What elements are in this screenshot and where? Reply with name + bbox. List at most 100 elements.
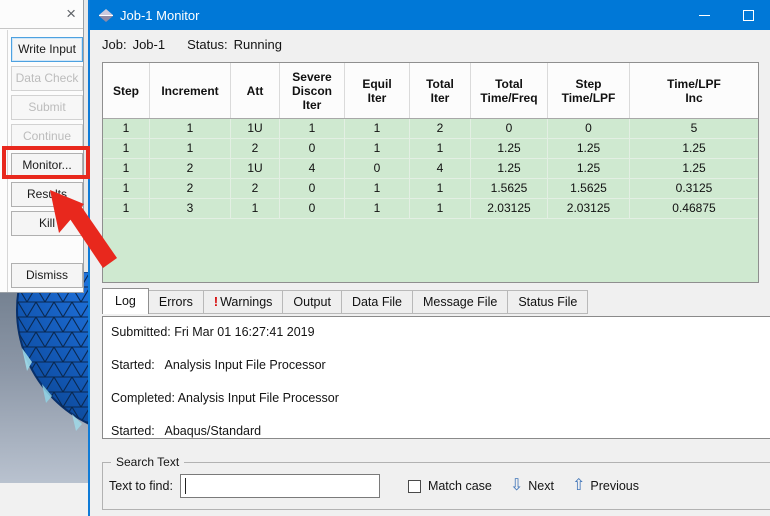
table-row: 1 1 2 0 1 1 1.25 1.25 1.25 bbox=[103, 139, 758, 159]
log-line: Completed: Analysis Input File Processor bbox=[111, 391, 339, 405]
table-cell: 1U bbox=[231, 159, 280, 178]
table-row: 1 3 1 0 1 1 2.03125 2.03125 0.46875 bbox=[103, 199, 758, 219]
table-cell: 1 bbox=[150, 139, 231, 158]
job-monitor-window: Job-1 Monitor Job: Job-1 Status: Running St… bbox=[88, 0, 770, 516]
log-line: Started: Abaqus/Standard bbox=[111, 424, 262, 438]
window-title: Job-1 Monitor bbox=[120, 7, 200, 23]
tab-errors[interactable]: Errors bbox=[148, 290, 204, 314]
table-cell: 2.03125 bbox=[471, 199, 548, 218]
tab-output[interactable]: Output bbox=[283, 290, 342, 314]
table-cell: 1 bbox=[103, 159, 150, 178]
column-header: Step bbox=[103, 63, 150, 118]
column-header: Equil Iter bbox=[345, 63, 410, 118]
table-cell: 2 bbox=[150, 159, 231, 178]
log-line: Started: Analysis Input File Processor bbox=[111, 358, 326, 372]
table-cell: 1 bbox=[410, 179, 471, 198]
text-cursor bbox=[184, 478, 186, 494]
table-cell: 1.25 bbox=[682, 161, 706, 175]
column-header: Att bbox=[231, 63, 280, 118]
column-header: Total Iter bbox=[410, 63, 471, 118]
annotation-arrow bbox=[50, 190, 117, 268]
maximize-icon bbox=[742, 9, 754, 21]
job-manager-titlebar: × bbox=[0, 0, 83, 29]
file-tabs: Log Errors ! Warnings Output Data File Me… bbox=[102, 288, 589, 314]
titlebar[interactable]: Job-1 Monitor bbox=[90, 0, 770, 30]
status-label: Status: bbox=[187, 37, 228, 52]
table-cell: 0.46875 bbox=[672, 201, 716, 215]
table-cell: 0 bbox=[280, 199, 345, 218]
column-header: Time/LPF Inc bbox=[667, 76, 721, 105]
table-cell: 2.03125 bbox=[548, 199, 630, 218]
table-cell: 1.5625 bbox=[471, 179, 548, 198]
table-cell: 2 bbox=[231, 139, 280, 158]
data-check-button: Data Check bbox=[11, 66, 83, 91]
submit-button: Submit bbox=[11, 95, 83, 120]
table-cell: 1U bbox=[231, 119, 280, 138]
table-cell: 3 bbox=[150, 199, 231, 218]
table-cell: 1.25 bbox=[471, 159, 548, 178]
table-cell: 1 bbox=[231, 199, 280, 218]
table-row: 1 2 2 0 1 1 1.5625 1.5625 0.3125 bbox=[103, 179, 758, 199]
tab-message-file[interactable]: Message File bbox=[412, 290, 509, 314]
column-header: Step Time/LPF bbox=[548, 63, 630, 118]
minimize-icon bbox=[698, 14, 710, 16]
screen: × Write Input Data Check Submit Continue… bbox=[0, 0, 770, 516]
tab-warnings[interactable]: ! Warnings bbox=[203, 290, 284, 314]
table-cell: 1.25 bbox=[548, 159, 630, 178]
maximize-button[interactable] bbox=[726, 0, 770, 30]
table-cell: 1 bbox=[345, 139, 410, 158]
tab-status-file[interactable]: Status File bbox=[508, 290, 589, 314]
table-cell: 1 bbox=[150, 119, 231, 138]
table-cell: 1.5625 bbox=[548, 179, 630, 198]
table-cell: 0 bbox=[345, 159, 410, 178]
search-input[interactable] bbox=[179, 474, 380, 498]
table-cell: 1 bbox=[345, 199, 410, 218]
table-cell: 2 bbox=[231, 179, 280, 198]
arrow-down-icon: ⇩ bbox=[509, 477, 524, 494]
table-cell: 1.25 bbox=[471, 139, 548, 158]
next-button[interactable]: ⇩ Next bbox=[510, 478, 554, 494]
match-case-checkbox[interactable] bbox=[407, 479, 421, 493]
table-cell: 1 bbox=[410, 199, 471, 218]
table-row: 1 2 1U 4 0 4 1.25 1.25 1.25 bbox=[103, 159, 758, 179]
table-cell: 1 bbox=[410, 139, 471, 158]
column-header: Increment bbox=[150, 63, 231, 118]
column-header: Severe Discon Iter bbox=[280, 63, 345, 118]
table-cell: 4 bbox=[280, 159, 345, 178]
search-text-group: Search Text Text to find: Match case ⇩ N… bbox=[102, 455, 770, 510]
table-row: 1 1 1U 1 1 2 0 0 5 bbox=[103, 119, 758, 139]
table-cell: 2 bbox=[150, 179, 231, 198]
table-cell: 5 bbox=[690, 121, 698, 135]
close-icon[interactable]: × bbox=[66, 4, 76, 24]
write-input-button[interactable]: Write Input bbox=[11, 37, 83, 62]
text-to-find-label: Text to find: bbox=[109, 479, 173, 493]
table-cell: 1 bbox=[345, 179, 410, 198]
match-case-label: Match case bbox=[427, 479, 492, 493]
log-output-area[interactable]: Submitted: Fri Mar 01 16:27:41 2019 Star… bbox=[102, 316, 770, 439]
column-header: Total Time/Freq bbox=[471, 63, 548, 118]
job-value: Job-1 bbox=[132, 37, 166, 52]
table-cell: 1 bbox=[103, 139, 150, 158]
log-line: Submitted: Fri Mar 01 16:27:41 2019 bbox=[111, 325, 315, 339]
status-value: Running bbox=[233, 37, 283, 52]
table-header-row: Step Increment Att Severe Discon Iter Eq… bbox=[103, 63, 758, 119]
arrow-up-icon: ⇧ bbox=[571, 477, 586, 494]
table-cell: 0 bbox=[548, 119, 630, 138]
minimize-button[interactable] bbox=[682, 0, 726, 30]
table-cell: 0 bbox=[471, 119, 548, 138]
table-cell: 1.25 bbox=[682, 141, 706, 155]
table-cell: 4 bbox=[410, 159, 471, 178]
previous-button[interactable]: ⇧ Previous bbox=[572, 478, 639, 494]
table-cell: 1 bbox=[103, 119, 150, 138]
annotation-highlight-rectangle bbox=[2, 146, 90, 179]
tab-log[interactable]: Log bbox=[102, 288, 149, 314]
meshed-sphere-model bbox=[16, 272, 88, 431]
warning-exclamation-icon: ! bbox=[213, 295, 219, 309]
table-cell: 2 bbox=[410, 119, 471, 138]
table-cell: 1.25 bbox=[548, 139, 630, 158]
job-label: Job: bbox=[102, 37, 127, 52]
viewport-bottom-strip bbox=[0, 483, 88, 516]
tab-warnings-label: Warnings bbox=[220, 295, 273, 309]
tab-data-file[interactable]: Data File bbox=[341, 290, 413, 314]
table-cell: 1 bbox=[280, 119, 345, 138]
